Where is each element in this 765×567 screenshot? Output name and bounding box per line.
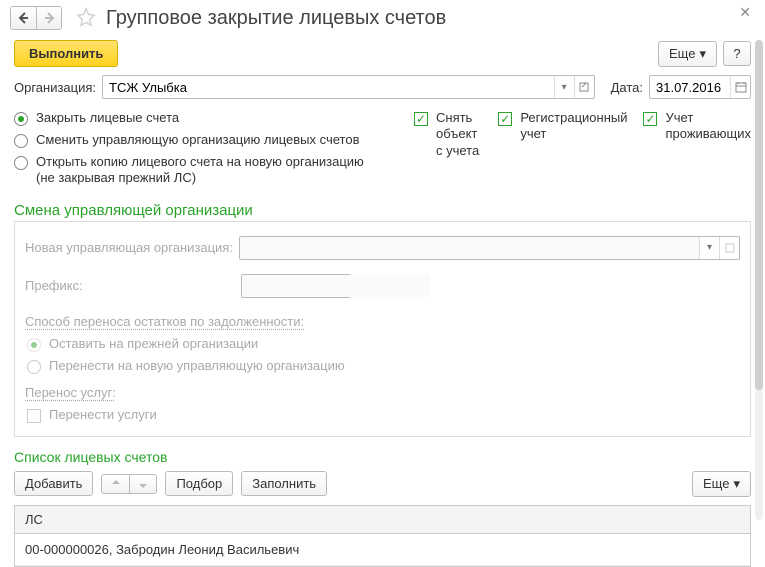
favorite-star-icon[interactable] bbox=[76, 7, 96, 30]
add-button[interactable]: Добавить bbox=[14, 471, 93, 496]
more-label: Еще bbox=[669, 46, 695, 61]
open-icon bbox=[579, 82, 589, 92]
date-input[interactable] bbox=[650, 76, 730, 98]
checkbox-icon bbox=[498, 112, 512, 126]
balance-method-title: Способ переноса остатков по задолженност… bbox=[25, 314, 304, 329]
radio-leave-balance: Оставить на прежней организации bbox=[25, 333, 740, 355]
checkbox-deregister[interactable]: Снять объект с учета bbox=[414, 107, 482, 190]
section-list-title: Список лицевых счетов bbox=[0, 443, 765, 467]
transfer-services-label: Перенести услуги bbox=[49, 407, 157, 422]
new-org-input bbox=[240, 237, 699, 259]
scrollbar-thumb[interactable] bbox=[755, 40, 763, 390]
accounts-table: ЛС 00-000000026, Забродин Леонид Василье… bbox=[14, 505, 751, 567]
radio-change-org[interactable]: Сменить управляющую организацию лицевых … bbox=[14, 129, 414, 151]
arrow-right-icon bbox=[43, 12, 55, 24]
date-label: Дата: bbox=[611, 80, 643, 95]
checkbox-registration[interactable]: Регистрационный учет bbox=[498, 107, 627, 190]
prefix-input bbox=[242, 275, 430, 297]
checkbox-icon bbox=[643, 112, 657, 126]
checkbox-residents[interactable]: Учет проживающих bbox=[643, 107, 751, 190]
leave-balance-label: Оставить на прежней организации bbox=[49, 336, 258, 351]
radio-close-accounts[interactable]: Закрыть лицевые счета bbox=[14, 107, 414, 129]
list-more-button[interactable]: Еще ▾ bbox=[692, 471, 751, 497]
table-column-header[interactable]: ЛС bbox=[15, 506, 750, 534]
organization-dropdown-button[interactable]: ▾ bbox=[554, 76, 574, 98]
more-button[interactable]: Еще ▾ bbox=[658, 41, 717, 67]
checkbox-icon bbox=[414, 112, 428, 126]
radio-open-copy-l1: Открыть копию лицевого счета на новую ор… bbox=[36, 154, 364, 170]
help-button[interactable]: ? bbox=[723, 41, 751, 66]
organization-input[interactable] bbox=[103, 76, 554, 98]
chevron-down-icon: ▾ bbox=[699, 46, 706, 62]
new-org-dropdown-button: ▾ bbox=[699, 237, 719, 259]
organization-label: Организация: bbox=[14, 80, 96, 95]
prefix-label: Префикс: bbox=[25, 278, 83, 293]
radio-open-copy[interactable]: Открыть копию лицевого счета на новую ор… bbox=[14, 151, 414, 190]
radio-move-balance: Перенести на новую управляющую организац… bbox=[25, 355, 740, 377]
deregister-l1: Снять объект bbox=[436, 110, 482, 143]
section-change-org-title: Смена управляющей организации bbox=[0, 196, 765, 221]
arrow-left-icon bbox=[18, 12, 30, 24]
list-more-label: Еще bbox=[703, 476, 729, 491]
organization-open-button[interactable] bbox=[574, 76, 594, 98]
open-icon bbox=[725, 243, 735, 253]
page-title: Групповое закрытие лицевых счетов bbox=[106, 7, 446, 30]
deregister-l2: с учета bbox=[436, 143, 482, 159]
registration-l1: Регистрационный bbox=[520, 110, 627, 126]
residents-l1: Учет bbox=[665, 110, 751, 126]
radio-icon bbox=[14, 156, 28, 170]
nav-forward-button[interactable] bbox=[36, 6, 62, 30]
residents-l2: проживающих bbox=[665, 126, 751, 142]
services-transfer-title: Перенос услуг: bbox=[25, 385, 116, 400]
move-balance-label: Перенести на новую управляющую организац… bbox=[49, 358, 345, 373]
radio-icon bbox=[27, 360, 41, 374]
radio-change-label: Сменить управляющую организацию лицевых … bbox=[36, 132, 359, 147]
execute-button[interactable]: Выполнить bbox=[14, 40, 118, 67]
radio-icon bbox=[27, 338, 41, 352]
close-button[interactable]: ✕ bbox=[739, 4, 751, 21]
checkbox-transfer-services: Перенести услуги bbox=[25, 404, 740, 426]
radio-open-copy-l2: (не закрывая прежний ЛС) bbox=[36, 170, 364, 186]
nav-back-button[interactable] bbox=[10, 6, 36, 30]
radio-icon bbox=[14, 112, 28, 126]
new-org-open-button bbox=[719, 237, 739, 259]
move-down-button[interactable] bbox=[129, 474, 157, 494]
pick-button[interactable]: Подбор bbox=[165, 471, 233, 496]
arrow-up-icon bbox=[111, 479, 121, 489]
radio-close-label: Закрыть лицевые счета bbox=[36, 110, 179, 125]
arrow-down-icon bbox=[138, 479, 148, 489]
fill-button[interactable]: Заполнить bbox=[241, 471, 327, 496]
table-row[interactable]: 00-000000026, Забродин Леонид Васильевич bbox=[15, 534, 750, 566]
new-org-label: Новая управляющая организация: bbox=[25, 240, 233, 255]
registration-l2: учет bbox=[520, 126, 627, 142]
vertical-scrollbar[interactable] bbox=[755, 40, 763, 520]
move-up-button[interactable] bbox=[101, 474, 129, 494]
radio-icon bbox=[14, 134, 28, 148]
chevron-down-icon: ▾ bbox=[733, 476, 740, 492]
date-picker-button[interactable] bbox=[730, 76, 750, 98]
checkbox-icon bbox=[27, 409, 41, 423]
calendar-icon bbox=[735, 81, 747, 93]
